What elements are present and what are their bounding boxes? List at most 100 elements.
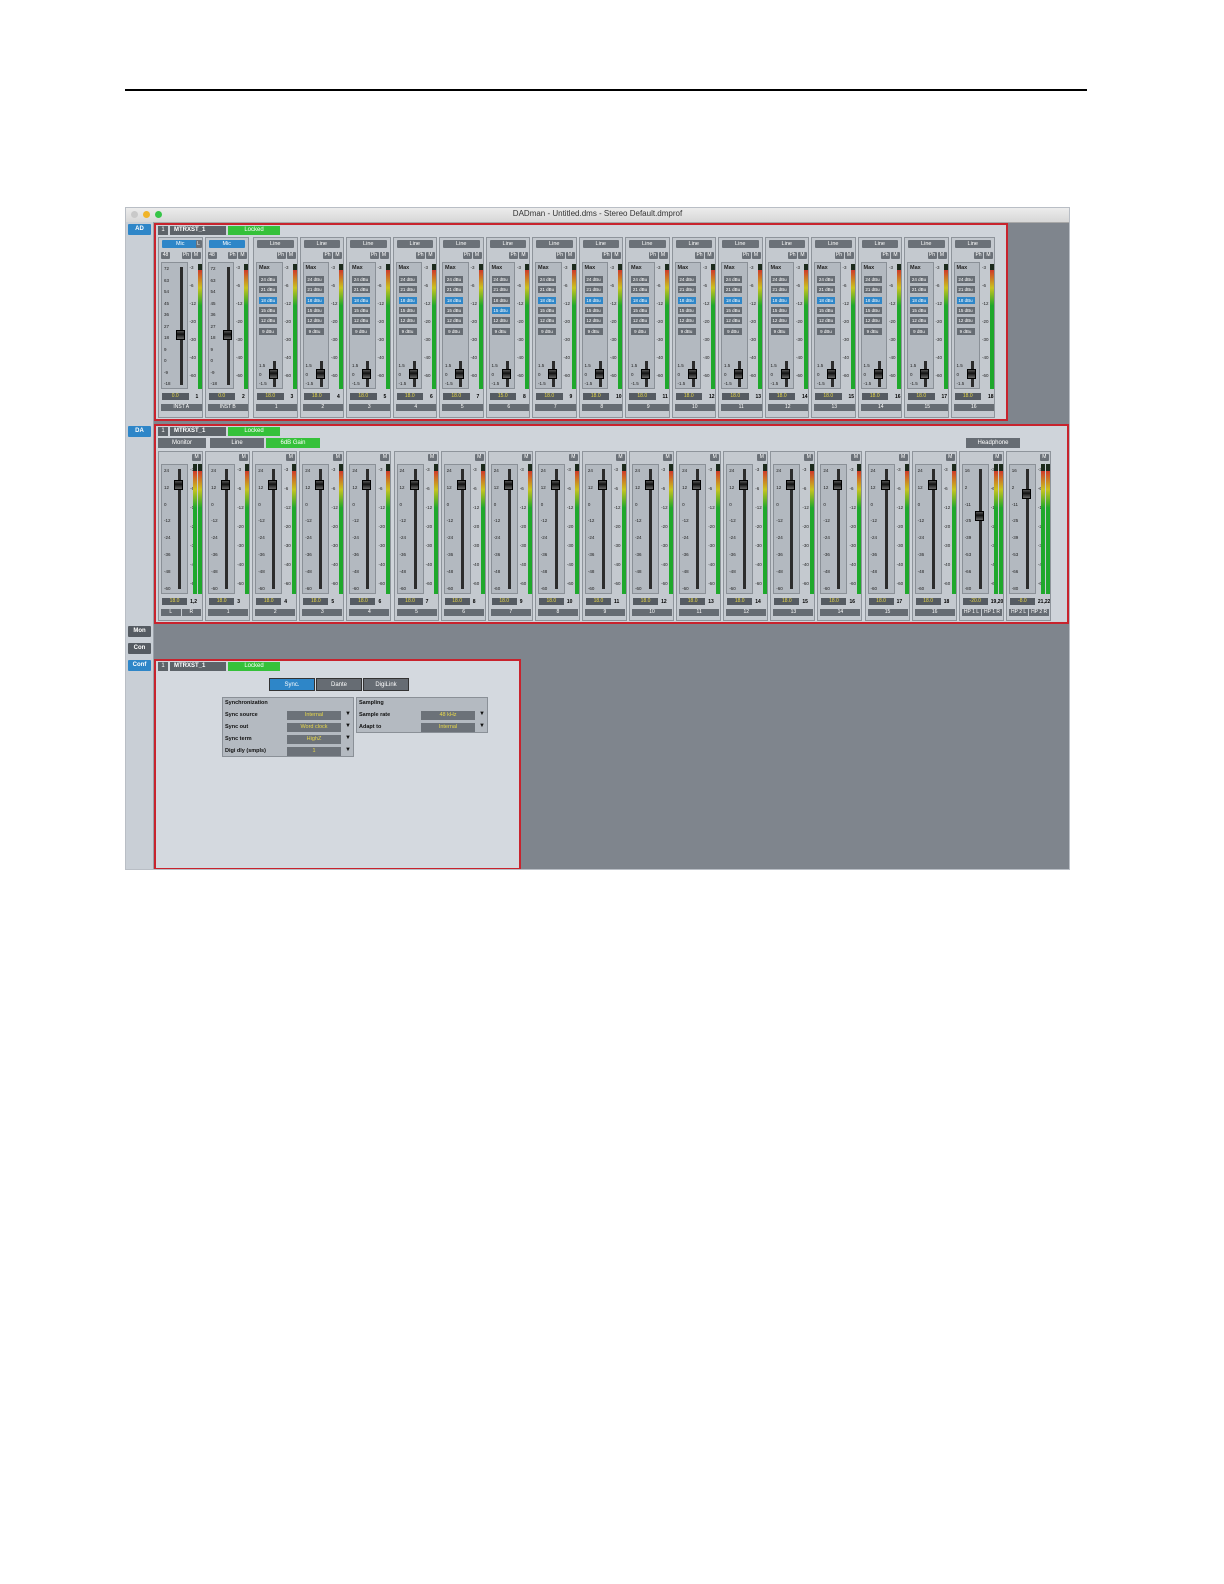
channel-name[interactable]: 15 bbox=[867, 609, 908, 616]
output-fader-knob[interactable] bbox=[268, 480, 278, 490]
ref-level-button[interactable]: 18 dBu bbox=[724, 296, 742, 304]
ref-level-button[interactable]: 21 dBu bbox=[724, 286, 742, 294]
ref-level-button[interactable]: 15 dBu bbox=[910, 306, 928, 314]
ref-level-button[interactable]: 9 dBu bbox=[352, 327, 370, 335]
channel-name[interactable]: 6 bbox=[488, 404, 529, 411]
ref-level-button[interactable]: 18 dBu bbox=[677, 296, 696, 304]
input-mode-select[interactable]: Line bbox=[722, 240, 759, 248]
ref-level-button[interactable]: 9 dBu bbox=[910, 327, 928, 335]
ref-level-button[interactable]: 12 dBu bbox=[491, 317, 510, 325]
channel-name[interactable]: 5 bbox=[442, 404, 483, 411]
phantom-48v-button[interactable]: 48 bbox=[161, 252, 170, 259]
input-mode-select[interactable]: Line bbox=[954, 240, 991, 248]
ref-level-button[interactable]: 21 dBu bbox=[305, 286, 324, 294]
ref-level-button[interactable]: 9 dBu bbox=[724, 327, 742, 335]
ref-level-button[interactable]: 21 dBu bbox=[910, 286, 928, 294]
ref-level-button[interactable]: 9 dBu bbox=[259, 327, 277, 335]
ref-level-button[interactable]: 24 dBu bbox=[770, 276, 789, 283]
ref-level-button[interactable]: 15 dBu bbox=[305, 306, 324, 314]
dropdown-arrow-icon[interactable]: ▼ bbox=[345, 735, 351, 741]
mute-button[interactable]: M bbox=[519, 252, 528, 259]
channel-name[interactable]: HP 2 R bbox=[1029, 609, 1049, 616]
gain-6db-toggle[interactable]: 6dB Gain bbox=[266, 438, 320, 448]
output-fader-knob[interactable] bbox=[503, 480, 513, 490]
ref-level-button[interactable]: 24 dBu bbox=[631, 276, 649, 283]
gain-value[interactable]: 18.0 bbox=[582, 393, 609, 400]
channel-name[interactable]: 9 bbox=[628, 404, 669, 411]
mute-button[interactable]: M bbox=[379, 252, 389, 259]
fader-value[interactable]: 18.0 bbox=[162, 598, 188, 605]
mute-button[interactable]: M bbox=[937, 252, 947, 259]
input-mode-select[interactable]: Line bbox=[536, 240, 573, 248]
channel-name[interactable]: 2 bbox=[255, 609, 296, 616]
ref-level-button[interactable]: 18 dBu bbox=[817, 296, 835, 304]
ref-level-button[interactable]: 15 dBu bbox=[584, 306, 603, 314]
ref-level-button[interactable]: 21 dBu bbox=[863, 286, 882, 294]
ref-level-button[interactable]: 12 dBu bbox=[677, 317, 696, 325]
ref-level-button[interactable]: 21 dBu bbox=[491, 286, 510, 294]
ref-level-button[interactable]: 18 dBu bbox=[584, 296, 603, 304]
mute-button[interactable]: M bbox=[380, 454, 390, 461]
channel-name[interactable]: 7 bbox=[535, 404, 576, 411]
trim-fader-knob[interactable] bbox=[269, 369, 278, 379]
gain-value[interactable]: 18.0 bbox=[350, 393, 377, 400]
ref-level-button[interactable]: 21 dBu bbox=[956, 286, 975, 294]
fader-value[interactable]: 18.0 bbox=[209, 598, 235, 605]
ref-level-button[interactable]: 12 dBu bbox=[584, 317, 603, 325]
gain-value[interactable]: 18.0 bbox=[536, 393, 563, 400]
input-mode-select[interactable]: Line bbox=[815, 240, 852, 248]
section-ad-button[interactable]: AD bbox=[128, 224, 151, 235]
ref-level-button[interactable]: 9 dBu bbox=[305, 327, 324, 335]
channel-name[interactable]: HP 2 L bbox=[1008, 609, 1029, 616]
channel-name[interactable]: 1 bbox=[208, 609, 249, 616]
setting-value-dropdown[interactable]: Word clock bbox=[287, 723, 341, 732]
gain-value[interactable]: 18.0 bbox=[722, 393, 749, 400]
ref-level-button[interactable]: 21 dBu bbox=[538, 286, 556, 294]
input-mode-select[interactable]: Line bbox=[303, 240, 340, 248]
fader-value[interactable]: 18.0 bbox=[256, 598, 282, 605]
ref-level-button[interactable]: 12 dBu bbox=[631, 317, 649, 325]
ref-level-button[interactable]: 15 dBu bbox=[817, 306, 835, 314]
gain-value[interactable]: 18.0 bbox=[629, 393, 656, 400]
fader-value[interactable]: 18.0 bbox=[633, 598, 659, 605]
output-fader-knob[interactable] bbox=[409, 480, 419, 490]
channel-name[interactable]: HP 1 R bbox=[982, 609, 1002, 616]
ref-level-button[interactable]: 24 dBu bbox=[491, 276, 510, 283]
ref-level-button[interactable]: 15 dBu bbox=[863, 306, 882, 314]
gain-value[interactable]: 18.0 bbox=[443, 393, 470, 400]
ref-level-button[interactable]: 9 dBu bbox=[491, 327, 510, 335]
phase-button[interactable]: Ph bbox=[181, 252, 191, 259]
input-mode-select[interactable]: Mic bbox=[162, 240, 199, 248]
mute-button[interactable]: M bbox=[286, 454, 296, 461]
ref-level-button[interactable]: 15 dBu bbox=[677, 306, 696, 314]
input-mode-select[interactable]: Line bbox=[582, 240, 619, 248]
phase-button[interactable]: Ph bbox=[323, 252, 332, 259]
fader-value[interactable]: 18.0 bbox=[821, 598, 847, 605]
phase-button[interactable]: Ph bbox=[369, 252, 379, 259]
mute-button[interactable]: M bbox=[844, 252, 854, 259]
channel-name[interactable]: INST B bbox=[207, 404, 248, 411]
headphone-group-label[interactable]: Headphone bbox=[966, 438, 1020, 448]
input-mode-select[interactable]: Line bbox=[861, 240, 898, 248]
ref-level-button[interactable]: 24 dBu bbox=[956, 276, 975, 283]
fader-value[interactable]: 18.0 bbox=[585, 598, 611, 605]
mute-button[interactable]: M bbox=[427, 454, 437, 461]
mute-button[interactable]: M bbox=[1039, 454, 1049, 461]
mute-button[interactable]: M bbox=[658, 252, 668, 259]
ref-level-button[interactable]: 24 dBu bbox=[305, 276, 324, 283]
ref-level-button[interactable]: 18 dBu bbox=[259, 296, 277, 304]
trim-fader-knob[interactable] bbox=[408, 369, 418, 379]
channel-name[interactable]: INST A bbox=[161, 404, 202, 411]
ref-level-button[interactable]: 18 dBu bbox=[398, 296, 417, 304]
ref-level-button[interactable]: 12 dBu bbox=[445, 317, 463, 325]
channel-name[interactable]: 15 bbox=[907, 404, 948, 411]
mute-button[interactable]: M bbox=[333, 252, 342, 259]
ref-level-button[interactable]: 12 dBu bbox=[259, 317, 277, 325]
ref-level-button[interactable]: 9 dBu bbox=[584, 327, 603, 335]
trim-fader-knob[interactable] bbox=[827, 369, 836, 379]
input-mode-select[interactable]: Line bbox=[350, 240, 387, 248]
mute-button[interactable]: M bbox=[851, 454, 861, 461]
fader-value[interactable]: 18.0 bbox=[397, 598, 423, 605]
ref-level-button[interactable]: 15 dBu bbox=[491, 306, 510, 314]
phase-button[interactable]: Ph bbox=[741, 252, 751, 259]
